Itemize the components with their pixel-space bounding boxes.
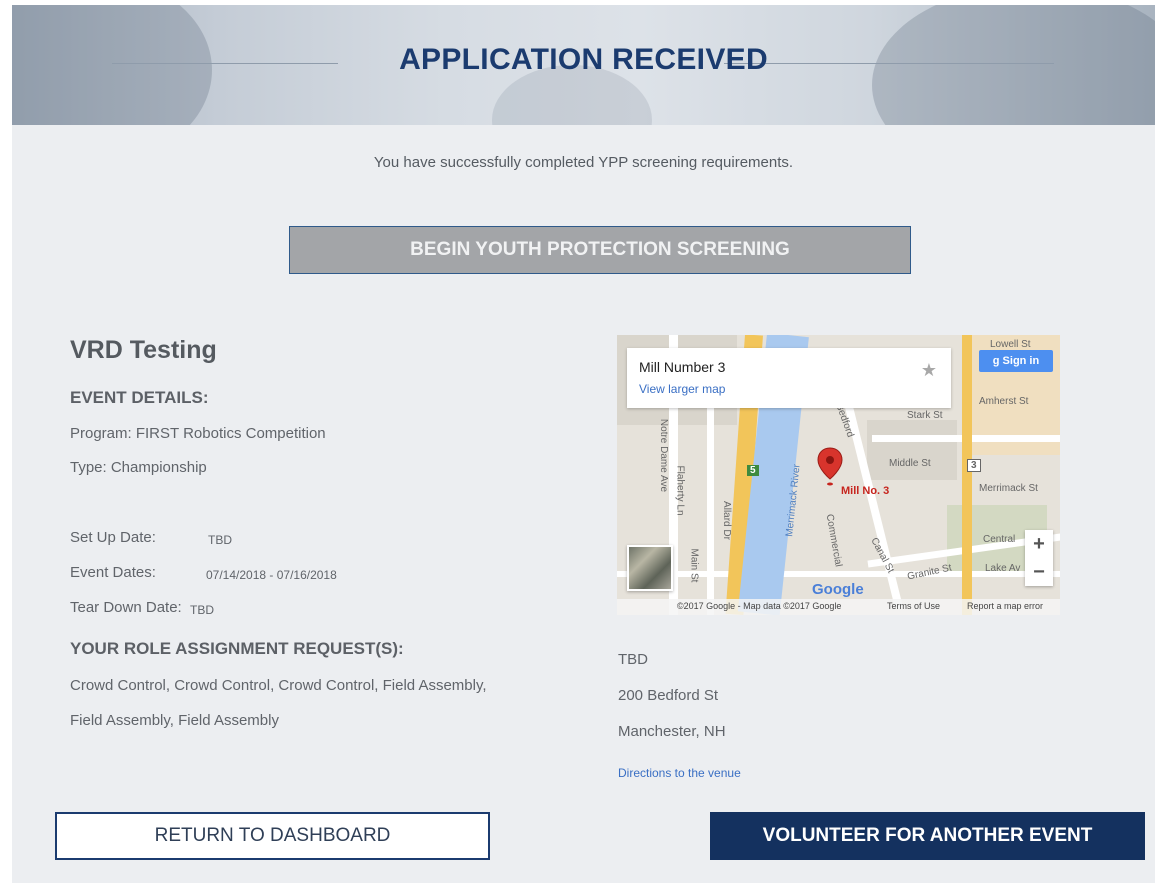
map-street-label: Lake Av [985, 563, 1021, 574]
volunteer-for-another-event-button[interactable]: VOLUNTEER FOR ANOTHER EVENT [710, 812, 1145, 860]
event-details-heading: EVENT DETAILS: [70, 388, 209, 407]
star-icon[interactable]: ★ [921, 360, 937, 381]
map-footer: ©2017 Google - Map data ©2017 Google Ter… [617, 599, 1060, 615]
event-dates-value: 07/14/2018 - 07/16/2018 [206, 568, 337, 582]
success-message: You have successfully completed YPP scre… [373, 154, 794, 171]
zoom-out-icon[interactable]: − [1025, 558, 1053, 586]
return-to-dashboard-button[interactable]: RETURN TO DASHBOARD [55, 812, 490, 860]
venue-street: 200 Bedford St [618, 687, 719, 704]
map-route-shield: 3 [967, 459, 981, 472]
map-sign-in-label: Sign in [1002, 355, 1040, 367]
map-street-label: Middle St [889, 458, 931, 469]
map-street-label: Lowell St [990, 339, 1031, 350]
map-pin-label: Mill No. 3 [841, 485, 890, 497]
map-info-card: Mill Number 3 View larger map ★ [627, 348, 951, 408]
map-copyright: ©2017 Google - Map data ©2017 Google [677, 601, 842, 611]
zoom-in-icon[interactable]: + [1025, 530, 1053, 558]
map-street-label: Amherst St [979, 396, 1029, 407]
map-street-label: Main St [688, 548, 700, 583]
map-route-shield: 5 [747, 465, 759, 476]
satellite-view-thumbnail[interactable] [627, 545, 673, 591]
map-street-label: Commercial [823, 513, 844, 568]
map-highway [962, 335, 972, 615]
map-street-label: Flaherty Ln [674, 465, 686, 516]
map-street-label: Allard Dr [720, 501, 732, 540]
page-title: APPLICATION RECEIVED [399, 43, 768, 76]
role-requests-line-2: Field Assembly, Field Assembly [70, 712, 279, 729]
map-terms-link[interactable]: Terms of Use [887, 601, 940, 611]
venue-map[interactable]: Stark St Amherst St Lowell St Middle St … [617, 335, 1060, 615]
event-type: Type: Championship [70, 459, 207, 476]
hero-banner: APPLICATION RECEIVED [12, 5, 1155, 125]
map-zoom-control: + − [1025, 530, 1053, 586]
application-panel: APPLICATION RECEIVED You have successful… [12, 5, 1155, 883]
map-street-label: Granite St [906, 562, 953, 583]
role-requests-heading: YOUR ROLE ASSIGNMENT REQUEST(S): [70, 639, 404, 658]
role-requests-line-1: Crowd Control, Crowd Control, Crowd Cont… [70, 677, 487, 694]
view-larger-map-link[interactable]: View larger map [639, 382, 725, 396]
venue-name: TBD [618, 651, 648, 668]
map-block [867, 420, 957, 480]
map-report-error-link[interactable]: Report a map error [967, 601, 1043, 611]
map-sign-in-button[interactable]: g Sign in [979, 350, 1053, 372]
venue-city: Manchester, NH [618, 723, 726, 740]
map-place-name: Mill Number 3 [639, 359, 726, 375]
map-street-label: Notre Dame Ave [658, 418, 670, 493]
map-street-label: Stark St [907, 410, 943, 421]
teardown-date-value: TBD [190, 603, 214, 617]
directions-link[interactable]: Directions to the venue [618, 766, 741, 780]
begin-youth-protection-screening-button[interactable]: BEGIN YOUTH PROTECTION SCREENING [289, 226, 911, 274]
teardown-date-label: Tear Down Date: [70, 599, 182, 616]
google-logo: Google [812, 581, 864, 598]
event-title: VRD Testing [70, 336, 217, 364]
setup-date-label: Set Up Date: [70, 529, 156, 546]
map-street-label: Central [983, 534, 1016, 545]
setup-date-value: TBD [208, 533, 232, 547]
map-pin-icon[interactable] [817, 447, 843, 487]
google-plus-icon: g [992, 355, 1003, 367]
event-dates-label: Event Dates: [70, 564, 156, 581]
map-street-label: Merrimack St [979, 483, 1038, 494]
event-program: Program: FIRST Robotics Competition [70, 425, 326, 442]
map-road [707, 395, 714, 615]
